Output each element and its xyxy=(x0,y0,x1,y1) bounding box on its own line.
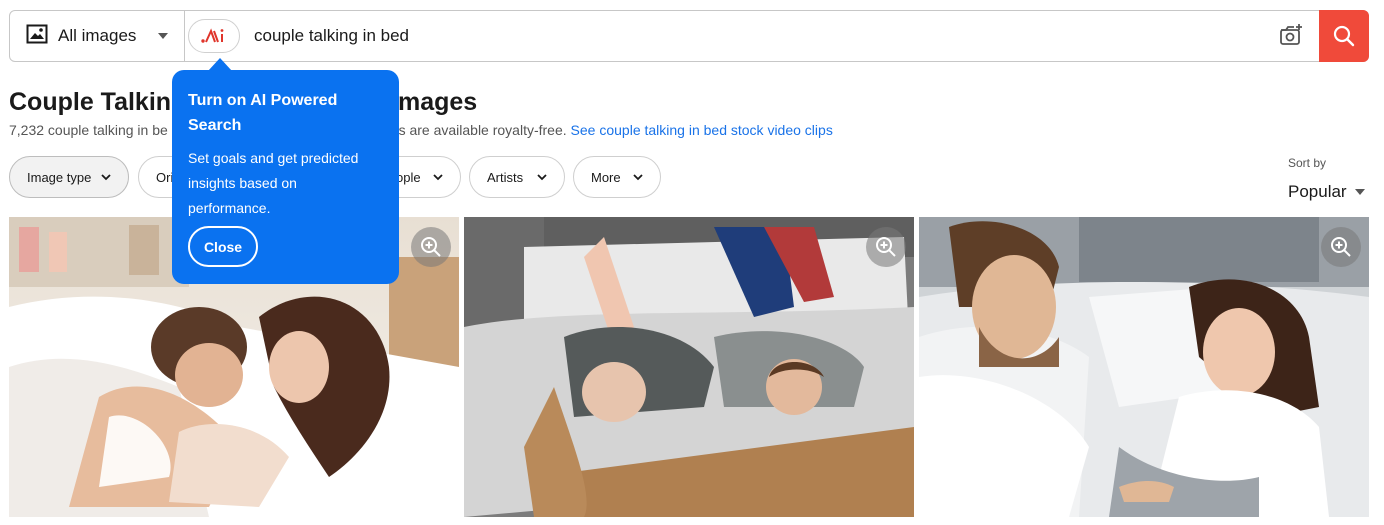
ai-search-popover: Turn on AI Powered Search Set goals and … xyxy=(172,58,399,284)
popover-arrow xyxy=(208,58,232,71)
sort-by-label: Sort by xyxy=(1288,156,1327,170)
camera-plus-icon[interactable] xyxy=(1278,23,1306,49)
zoom-in-icon xyxy=(876,237,896,257)
page-title: Couple Talking mages xyxy=(9,88,477,117)
search-icon xyxy=(1333,25,1355,47)
filter-label: Ori xyxy=(156,169,174,185)
chevron-down-icon xyxy=(433,174,443,181)
image-type-label: All images xyxy=(58,26,137,45)
zoom-in-icon xyxy=(421,237,441,257)
filter-label: More xyxy=(591,169,621,185)
filter-label: ople xyxy=(396,169,421,185)
chevron-down-icon xyxy=(101,174,111,181)
chevron-down-icon xyxy=(537,174,547,181)
popover-body: Set goals and get predicted insights bas… xyxy=(188,150,359,216)
filter-more[interactable]: More xyxy=(573,156,661,198)
image-icon xyxy=(26,24,48,49)
search-input[interactable] xyxy=(254,11,1264,61)
results-summary: 7,232 couple talking in be tions are ava… xyxy=(9,122,833,138)
ai-search-toggle[interactable] xyxy=(188,19,240,53)
results-suffix-text: tions are available royalty-free. xyxy=(376,122,567,138)
image-result[interactable] xyxy=(464,217,914,517)
popover-title: Turn on AI Powered Search xyxy=(188,92,338,134)
chevron-down-icon xyxy=(633,174,643,181)
zoom-in-icon xyxy=(1331,237,1351,257)
image-type-select[interactable]: All images xyxy=(10,11,185,61)
results-count-text: 7,232 couple talking in be xyxy=(9,122,168,138)
caret-down-icon xyxy=(1354,189,1365,195)
ai-logo-icon xyxy=(201,28,224,43)
results-rest: tions are available royalty-free. See co… xyxy=(376,122,833,138)
filter-image-type[interactable]: Image type xyxy=(9,156,129,198)
video-clips-link[interactable]: See couple talking in bed stock video cl… xyxy=(571,122,833,138)
filter-artists[interactable]: Artists xyxy=(469,156,565,198)
caret-down-icon xyxy=(158,33,168,39)
search-button[interactable] xyxy=(1319,10,1369,62)
zoom-in-button[interactable] xyxy=(866,227,906,267)
filter-label: Image type xyxy=(27,169,92,185)
sort-select[interactable]: Popular xyxy=(1288,182,1365,202)
filter-label: Artists xyxy=(487,169,524,185)
sort-value: Popular xyxy=(1288,182,1347,201)
search-bar: All images xyxy=(9,10,1369,62)
couple-photo-image xyxy=(464,217,914,517)
image-result[interactable] xyxy=(919,217,1369,517)
popover-close-button[interactable]: Close xyxy=(188,226,258,267)
zoom-in-button[interactable] xyxy=(1321,227,1361,267)
page-title-start: Couple Talking xyxy=(9,88,187,116)
couple-photo-image xyxy=(919,217,1369,517)
zoom-in-button[interactable] xyxy=(411,227,451,267)
page-title-end: mages xyxy=(398,88,478,116)
